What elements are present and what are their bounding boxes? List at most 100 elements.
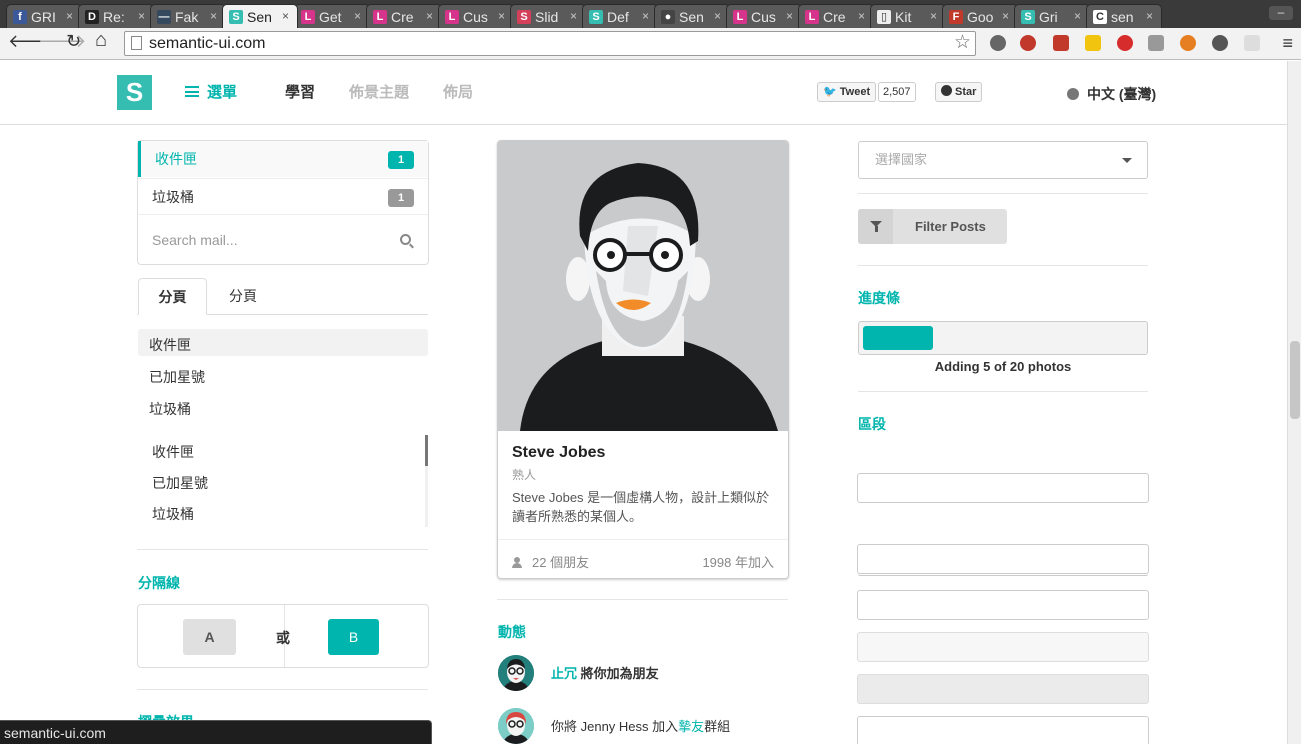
nav-themes[interactable]: 佈景主題 xyxy=(349,81,409,102)
feed-event-2: 你將 Jenny Hess 加入摯友群組 xyxy=(551,716,730,735)
feed-group-link[interactable]: 摯友 xyxy=(678,719,704,734)
vertical-menu-item-trash[interactable]: 垃圾桶 xyxy=(152,504,194,524)
tab-title: Get xyxy=(319,8,342,25)
mail-menu-item-inbox[interactable]: 收件匣 1 xyxy=(138,141,428,177)
search-icon[interactable] xyxy=(400,234,411,245)
reload-icon[interactable]: ↻ xyxy=(66,31,81,52)
language-selector[interactable]: 中文 (臺灣) xyxy=(1067,84,1156,104)
tab-close-icon[interactable]: × xyxy=(858,9,865,23)
tab-close-icon[interactable]: × xyxy=(714,9,721,23)
extension-arrow-icon[interactable] xyxy=(1085,35,1101,51)
button-b[interactable]: B xyxy=(328,619,379,655)
extension-ghost-icon[interactable] xyxy=(990,35,1006,51)
tab-close-icon[interactable]: × xyxy=(642,9,649,23)
tab-close-icon[interactable]: × xyxy=(138,9,145,23)
extension-link-icon[interactable] xyxy=(1148,35,1164,51)
extension-pocket-icon[interactable] xyxy=(1212,35,1228,51)
browser-tab[interactable]: L Get × xyxy=(294,4,370,28)
browser-tab[interactable]: Csen × xyxy=(1086,4,1162,28)
search-mail-input[interactable]: Search mail... xyxy=(138,214,428,265)
browser-tab[interactable]: S Gri × xyxy=(1014,4,1090,28)
bookmark-star-icon[interactable]: ☆ xyxy=(954,31,971,54)
tab-1[interactable]: 分頁 xyxy=(138,278,207,315)
tweet-button[interactable]: 🐦 Tweet xyxy=(817,82,877,102)
tab-favicon-icon: F xyxy=(949,9,963,24)
extension-toggle-icon[interactable] xyxy=(1244,35,1260,51)
tab-close-icon[interactable]: × xyxy=(210,9,217,23)
browser-tab[interactable]: L Cre × xyxy=(366,4,442,28)
extension-book-icon[interactable] xyxy=(1053,35,1069,51)
browser-tab-strip: f GRI × D Re: × — Fak × S Sen × L Get × L Cre × L Cus × S Slid… xyxy=(0,0,1301,28)
browser-tab[interactable]: L Cus × xyxy=(438,4,514,28)
vertical-menu-item-starred[interactable]: 已加星號 xyxy=(152,473,208,493)
profile-card[interactable]: Steve Jobes 熟人 Steve Jobes 是一個虛構人物，設計上類似… xyxy=(497,140,789,579)
secondary-menu-item-inbox[interactable]: 收件匣 xyxy=(149,335,191,355)
scrollbar-thumb[interactable] xyxy=(1290,341,1300,419)
secondary-segment xyxy=(857,632,1149,662)
mail-menu-item-trash[interactable]: 垃圾桶 1 xyxy=(138,178,428,214)
tab-close-icon[interactable]: × xyxy=(282,9,289,23)
browser-tab[interactable]: S Sen × xyxy=(222,4,298,28)
extension-bug-icon[interactable] xyxy=(1117,35,1133,51)
nav-learn[interactable]: 學習 xyxy=(285,81,315,102)
extension-santa-icon[interactable] xyxy=(1180,35,1196,51)
browser-tab[interactable]: — Fak × xyxy=(150,4,226,28)
tab-close-icon[interactable]: × xyxy=(1074,9,1081,23)
browser-tab[interactable]: ● Sen × xyxy=(654,4,730,28)
browser-tab[interactable]: ▯ Kit × xyxy=(870,4,946,28)
star-label: Star xyxy=(955,86,977,98)
tertiary-segment xyxy=(857,674,1149,704)
browser-menu-icon[interactable]: ≡ xyxy=(1282,33,1293,54)
tab-favicon-icon: L xyxy=(301,9,315,24)
tab-title: Def xyxy=(607,8,629,25)
tab-close-icon[interactable]: × xyxy=(354,9,361,23)
search-mail-placeholder: Search mail... xyxy=(152,232,238,248)
friends-count: 22 個朋友 xyxy=(532,555,590,570)
extension-adblock-icon[interactable] xyxy=(1020,35,1036,51)
page-scrollbar[interactable] xyxy=(1287,61,1301,744)
browser-tab[interactable]: S Def × xyxy=(582,4,658,28)
friends-link[interactable]: 22 個朋友 xyxy=(512,552,589,571)
filter-posts-button[interactable]: Filter Posts xyxy=(858,209,1007,244)
tab-2[interactable]: 分頁 xyxy=(229,278,257,315)
tab-close-icon[interactable]: × xyxy=(66,9,73,23)
browser-tab[interactable]: D Re: × xyxy=(78,4,154,28)
tab-favicon-icon: ▯ xyxy=(877,9,891,24)
address-bar[interactable]: semantic-ui.com ☆ xyxy=(124,31,976,56)
nav-layouts[interactable]: 佈局 xyxy=(443,81,473,102)
browser-tab[interactable]: L Cre × xyxy=(798,4,874,28)
secondary-menu-item-trash[interactable]: 垃圾桶 xyxy=(149,399,191,419)
window-minimize-button[interactable]: – xyxy=(1269,6,1293,20)
tab-close-icon[interactable]: × xyxy=(1146,9,1153,23)
or-label: 或 xyxy=(276,630,290,646)
menu-toggle-label: 選單 xyxy=(207,84,238,101)
tab-favicon-icon: f xyxy=(13,9,27,24)
steve-avatar-illustration xyxy=(520,163,778,431)
home-icon[interactable]: ⌂ xyxy=(95,29,107,52)
secondary-menu-item-starred[interactable]: 已加星號 xyxy=(149,367,205,387)
tab-close-icon[interactable]: × xyxy=(786,9,793,23)
tab-title: Sen xyxy=(679,8,704,25)
tab-close-icon[interactable]: × xyxy=(930,9,937,23)
github-star-button[interactable]: Star xyxy=(935,82,983,102)
button-a[interactable]: A xyxy=(183,619,236,655)
country-dropdown[interactable]: 選擇國家 xyxy=(858,141,1148,179)
browser-tab[interactable]: F Goo × xyxy=(942,4,1018,28)
feed-event-1: 止冗 將你加為朋友 xyxy=(551,663,659,682)
tab-close-icon[interactable]: × xyxy=(570,9,577,23)
tab-close-icon[interactable]: × xyxy=(1002,9,1009,23)
site-logo[interactable]: S xyxy=(117,75,152,110)
tab-close-icon[interactable]: × xyxy=(426,9,433,23)
vertical-menu-item-inbox[interactable]: 收件匣 xyxy=(152,442,194,462)
card-name[interactable]: Steve Jobes xyxy=(512,444,605,462)
menu-toggle[interactable]: 選單 xyxy=(185,81,237,102)
browser-tab[interactable]: L Cus × xyxy=(726,4,802,28)
tab-favicon-icon: D xyxy=(85,9,99,24)
feed-user-link[interactable]: 止冗 xyxy=(551,666,577,681)
tab-close-icon[interactable]: × xyxy=(498,9,505,23)
feed-avatar xyxy=(498,655,534,691)
browser-tab[interactable]: S Slid × xyxy=(510,4,586,28)
browser-tab[interactable]: f GRI × xyxy=(6,4,82,28)
tab-favicon-icon: — xyxy=(157,9,171,24)
country-placeholder: 選擇國家 xyxy=(875,152,928,167)
